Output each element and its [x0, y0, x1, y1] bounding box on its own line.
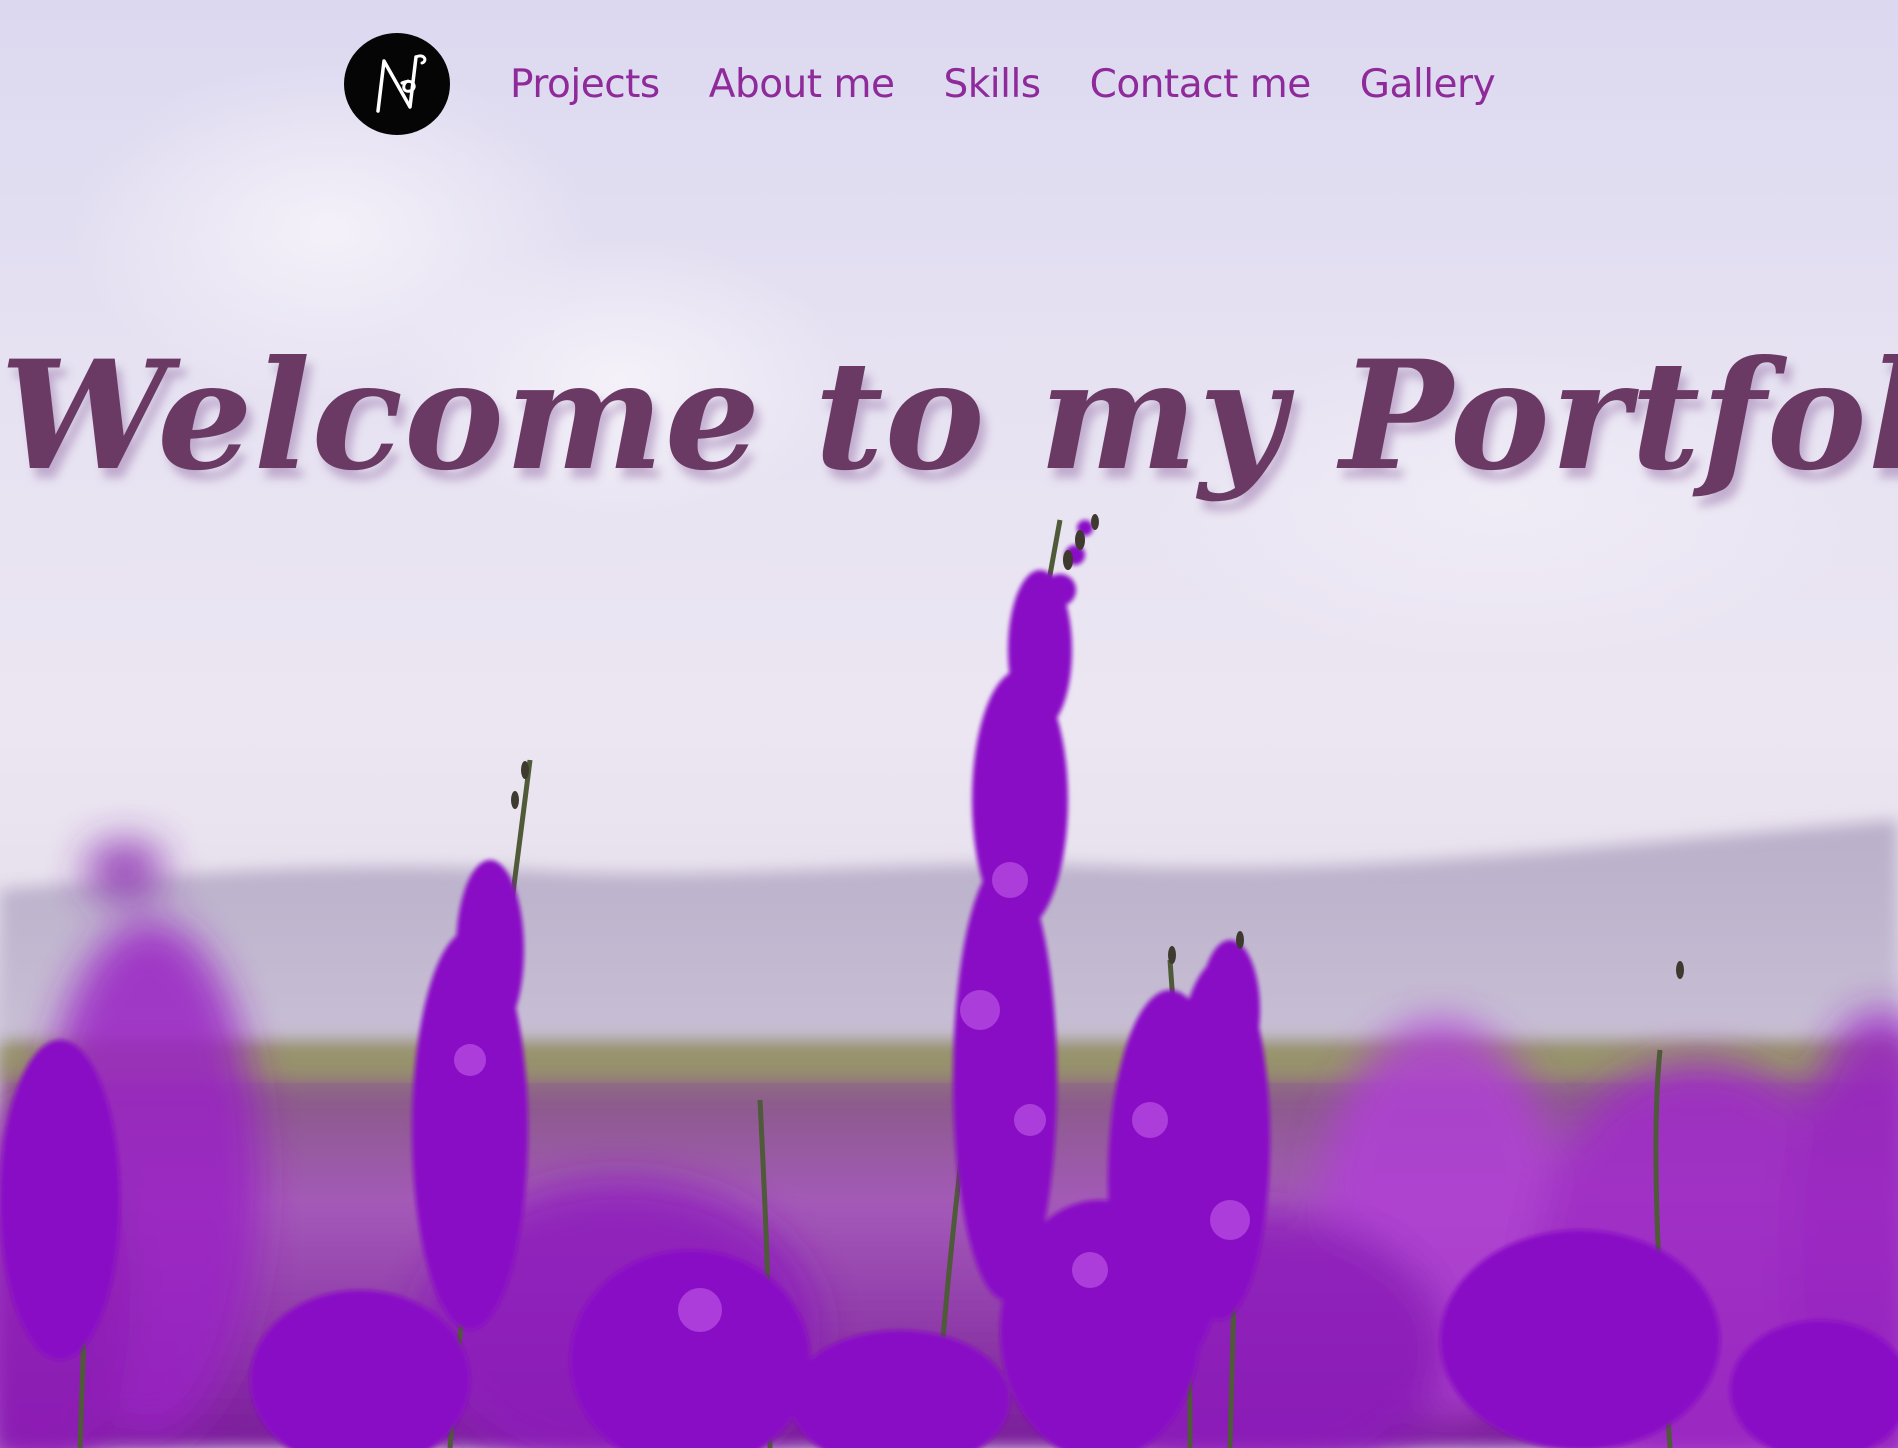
hero-headline: Welcome to my Portfolio	[0, 327, 1898, 504]
nav-links: Projects About me Skills Contact me Gall…	[510, 56, 1496, 112]
hero-section: Projects About me Skills Contact me Gall…	[0, 0, 1898, 1448]
nav-link-about-me[interactable]: About me	[709, 62, 895, 107]
nav-link-skills[interactable]: Skills	[943, 62, 1041, 107]
home-logo[interactable]	[344, 33, 450, 135]
monogram-logo-icon	[376, 54, 427, 113]
nav-link-contact-me[interactable]: Contact me	[1090, 62, 1312, 107]
nav-link-gallery[interactable]: Gallery	[1360, 62, 1496, 107]
hero-background-image	[0, 0, 1898, 1448]
top-navigation: Projects About me Skills Contact me Gall…	[0, 0, 1898, 170]
nav-link-projects[interactable]: Projects	[510, 62, 660, 107]
